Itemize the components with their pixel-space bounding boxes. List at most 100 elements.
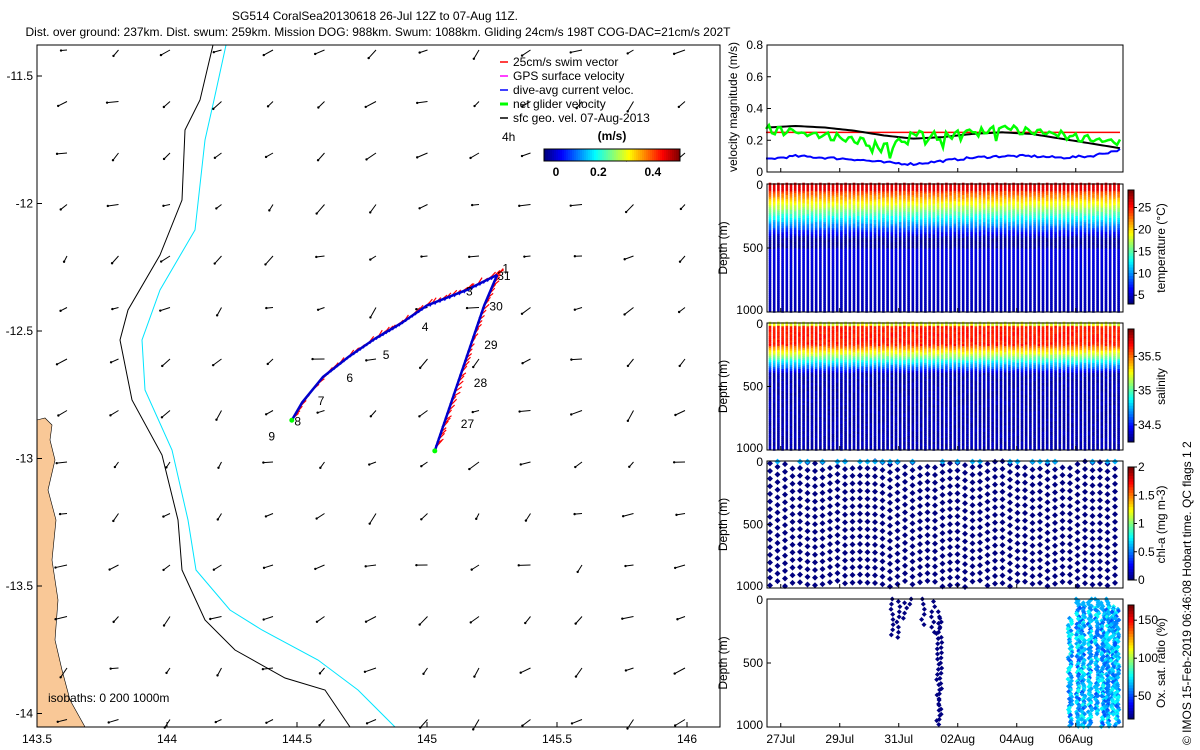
geo-velocity-arrow <box>470 152 480 159</box>
arrow-head <box>111 159 115 162</box>
colorbar-cell <box>646 149 649 161</box>
arrow-head <box>678 364 681 368</box>
geo-velocity-arrow <box>678 101 686 108</box>
arrow-head <box>265 306 268 310</box>
arrow-head <box>626 727 629 730</box>
colorbar-cell <box>618 149 621 161</box>
geo-velocity-arrow <box>315 564 325 570</box>
colorbar-cell <box>598 149 601 161</box>
day-label: 6 <box>346 371 353 385</box>
y-tick-label: -13.5 <box>6 579 34 593</box>
geo-velocity-arrow <box>318 101 325 108</box>
y-tick-label: -14 <box>16 707 34 721</box>
geo-velocity-arrow <box>522 719 531 727</box>
y-tick-label: 0.4 <box>746 102 763 116</box>
arrow-head <box>576 570 579 574</box>
geo-velocity-arrow <box>679 358 686 367</box>
y-tick-label: -12.5 <box>6 324 34 338</box>
colorbar-cell <box>676 149 679 161</box>
arrow-head <box>216 518 219 521</box>
legend-entry: GPS surface velocity <box>513 69 624 83</box>
colorbar-cell <box>620 149 623 161</box>
arrow-head <box>162 204 165 208</box>
arrow-head <box>677 310 681 314</box>
geo-velocity-arrow <box>263 49 274 56</box>
x-tick-label: 146 <box>677 732 697 746</box>
colorbar-cell <box>650 149 653 161</box>
arrow-head <box>213 156 217 160</box>
geo-velocity-arrow <box>111 255 119 264</box>
colorbar-tick: 0 <box>553 165 560 179</box>
geo-velocity-arrow <box>163 616 171 626</box>
colorbar-cell <box>614 149 617 161</box>
geo-velocity-arrow <box>365 564 377 567</box>
geo-velocity-arrow <box>316 255 325 258</box>
arrow-head <box>418 207 421 210</box>
colorbar-cell <box>656 149 659 161</box>
geo-velocity-arrow <box>108 719 119 723</box>
arrow-head <box>264 155 268 159</box>
geo-velocity-arrow <box>364 667 377 673</box>
profile-panel-temperature <box>768 182 1120 313</box>
isobath-label: isobaths: 0 200 1000m <box>48 691 169 705</box>
geo-velocity-arrow <box>314 49 325 55</box>
geo-velocity-arrow <box>317 152 325 161</box>
arrow-head <box>217 466 220 469</box>
day-label: 9 <box>268 430 275 444</box>
geo-velocity-arrow <box>212 101 222 110</box>
arrow-head <box>109 414 112 417</box>
geo-velocity-arrow <box>473 49 480 60</box>
x-tick-label: 143.5 <box>22 732 52 746</box>
arrow-head <box>215 418 218 421</box>
geo-velocity-arrow <box>56 461 68 464</box>
colorbar-cell <box>578 149 581 161</box>
map-frame <box>36 44 721 728</box>
arrow-head <box>475 517 478 521</box>
arrow-head <box>368 522 371 525</box>
y-tick-label: -13 <box>16 452 34 466</box>
arrow-head <box>165 466 168 469</box>
arrow-head <box>59 49 63 52</box>
arrow-head <box>473 675 476 678</box>
geo-velocity-arrow <box>419 358 428 369</box>
arrow-head <box>318 672 322 675</box>
arrow-head <box>55 152 59 156</box>
arrow-head <box>211 363 215 367</box>
colorbar-cell <box>640 149 643 161</box>
colorbar-cell <box>628 149 631 161</box>
geo-velocity-arrow <box>56 358 68 365</box>
geo-velocity-arrow <box>57 101 68 107</box>
geo-velocity-arrow <box>161 410 171 418</box>
arrow-head <box>465 306 469 310</box>
arrow-head <box>623 313 626 316</box>
arrow-head <box>262 618 265 621</box>
colorbar-cell <box>548 149 551 161</box>
arrow-head <box>365 158 368 161</box>
colorbar-cell <box>554 149 557 161</box>
arrow-head <box>468 255 471 259</box>
geo-velocity-arrow <box>521 307 531 315</box>
x-tick-label: 144 <box>157 732 177 746</box>
arrow-head <box>212 50 216 54</box>
arrow-head <box>59 676 62 679</box>
colorbar-cell <box>648 149 651 161</box>
colorbar-cell <box>546 149 549 161</box>
colorbar-cell <box>644 149 647 161</box>
y-tick-label: -11.5 <box>7 69 34 83</box>
title-line2: Dist. over ground: 237km. Dist. swum: 25… <box>25 25 731 39</box>
arrow-head <box>677 105 681 109</box>
arrow-head <box>570 413 573 416</box>
track-end-marker <box>432 448 438 454</box>
arrow-head <box>365 359 368 362</box>
colorbar-cell <box>638 149 641 161</box>
geo-velocity-arrow <box>213 564 222 571</box>
arrow-head <box>678 260 682 263</box>
arrow-head <box>621 515 625 518</box>
arrow-head <box>216 674 219 677</box>
geo-velocity-arrow <box>419 204 428 209</box>
colorbar-cell <box>600 149 603 161</box>
geo-velocity-arrow <box>214 152 222 159</box>
colorbar-cell <box>672 149 675 161</box>
geo-velocity-arrow <box>366 358 377 361</box>
arrow-head <box>316 411 319 414</box>
